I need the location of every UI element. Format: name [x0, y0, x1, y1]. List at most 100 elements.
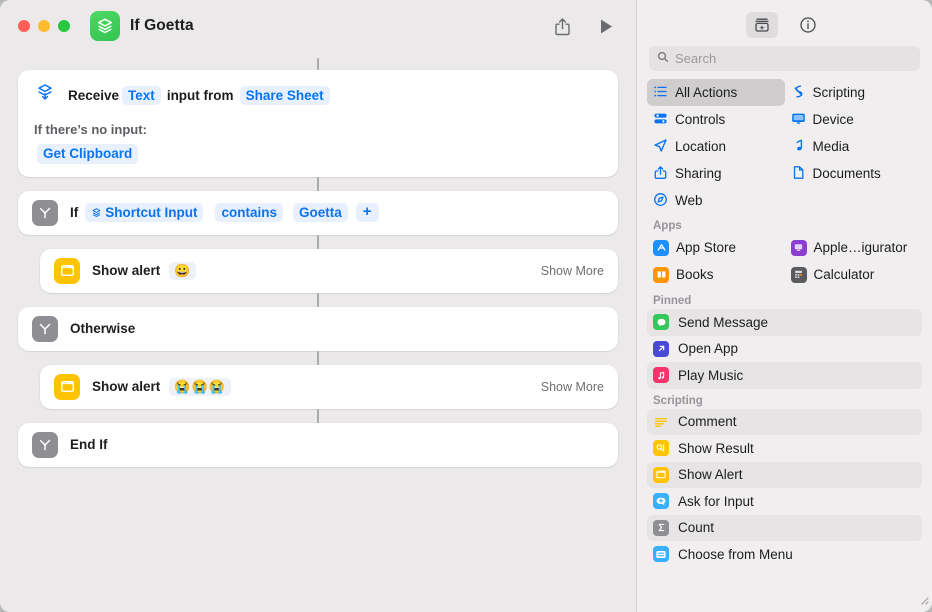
- zoom-button[interactable]: [58, 20, 70, 32]
- show-more-button[interactable]: Show More: [541, 380, 604, 394]
- category-label: Web: [675, 193, 703, 208]
- receive-header-row: Receive Text input from Share Sheet: [18, 82, 618, 109]
- share-icon[interactable]: [554, 17, 571, 36]
- pinned-item-open-app[interactable]: Open App: [647, 336, 922, 363]
- scripting-item-ask-for-input[interactable]: Ask for Input: [647, 488, 922, 515]
- receive-prefix-label: Receive: [68, 88, 120, 103]
- app-item-apple-configurator[interactable]: Apple…igurator: [785, 234, 923, 261]
- app-label: Calculator: [813, 267, 875, 282]
- share-icon: [653, 165, 668, 183]
- app-item-app-store[interactable]: App Store: [647, 234, 785, 261]
- pinned-label: Open App: [678, 341, 739, 357]
- add-condition-button[interactable]: +: [355, 203, 379, 223]
- message-bubble-icon: [653, 314, 669, 331]
- action-card-show-alert-false[interactable]: Show alert 😭😭😭 Show More: [40, 364, 618, 409]
- pinned-item-send-message[interactable]: Send Message: [647, 309, 922, 336]
- apple-configurator-icon: [790, 239, 807, 256]
- category-label: All Actions: [675, 85, 738, 100]
- category-label: Device: [812, 112, 854, 127]
- condition-value-token[interactable]: Goetta: [293, 202, 348, 223]
- scripting-label: Comment: [678, 414, 737, 430]
- close-button[interactable]: [18, 20, 30, 32]
- action-card-show-alert-true[interactable]: Show alert 😀 Show More: [40, 248, 618, 293]
- otherwise-row: Otherwise: [18, 307, 618, 351]
- alert-message-token[interactable]: 😭😭😭: [169, 377, 231, 396]
- pinned-label: Play Music: [678, 367, 744, 383]
- search-input[interactable]: Search: [649, 46, 920, 71]
- show-more-button[interactable]: Show More: [541, 264, 604, 278]
- if-keyword-label: If: [70, 205, 79, 221]
- flow-connector: [317, 176, 319, 191]
- show-alert-label: Show alert: [92, 263, 161, 279]
- action-card-receive-input[interactable]: Receive Text input from Share Sheet If t…: [18, 70, 618, 177]
- category-label: Location: [675, 139, 727, 154]
- input-type-token[interactable]: Text: [122, 85, 161, 106]
- window-titlebar: If Goetta: [0, 0, 636, 52]
- input-source-token[interactable]: Share Sheet: [239, 85, 330, 106]
- category-device[interactable]: Device: [785, 106, 923, 133]
- alert-window-icon: [653, 466, 669, 483]
- action-card-otherwise[interactable]: Otherwise: [18, 306, 618, 351]
- receive-middle-label: input from: [166, 88, 234, 103]
- apps-section-header: Apps: [653, 220, 682, 232]
- ask-input-icon: [653, 493, 669, 510]
- music-note-icon: [791, 138, 806, 156]
- category-documents[interactable]: Documents: [785, 160, 923, 187]
- category-label: Sharing: [675, 166, 722, 181]
- pinned-item-play-music[interactable]: Play Music: [647, 362, 922, 389]
- scripting-label: Show Alert: [678, 467, 743, 483]
- action-library-button[interactable]: [745, 12, 778, 38]
- flow-connector: [317, 408, 319, 423]
- branch-icon: [32, 315, 58, 342]
- app-store-icon: [653, 239, 669, 256]
- scripting-label: Choose from Menu: [678, 546, 793, 562]
- action-card-end-if[interactable]: End If: [18, 422, 618, 467]
- apps-section: App Store Apple…igurator Books Calculato…: [637, 234, 932, 289]
- pinned-section-header: Pinned: [653, 295, 692, 307]
- titlebar-actions: [554, 17, 620, 36]
- category-all-actions[interactable]: All Actions: [647, 79, 785, 106]
- category-location[interactable]: Location: [647, 133, 785, 160]
- category-media[interactable]: Media: [785, 133, 923, 160]
- category-sharing[interactable]: Sharing: [647, 160, 785, 187]
- resize-grip[interactable]: [917, 592, 929, 610]
- scripting-item-show-result[interactable]: Show Result: [647, 435, 922, 462]
- controls-icon: [653, 111, 668, 129]
- category-web[interactable]: Web: [647, 187, 785, 214]
- document-icon: [791, 165, 806, 183]
- scripting-item-choose-from-menu[interactable]: Choose from Menu: [647, 541, 922, 568]
- pinned-label: Send Message: [678, 314, 769, 330]
- traffic-lights: [18, 20, 70, 32]
- otherwise-label: Otherwise: [70, 321, 136, 337]
- if-row: If Shortcut Input contains Goetta +: [18, 191, 618, 235]
- action-card-if[interactable]: If Shortcut Input contains Goetta +: [18, 190, 618, 235]
- calculator-icon: [790, 266, 807, 283]
- play-icon[interactable]: [599, 18, 614, 35]
- scripting-item-comment[interactable]: Comment: [647, 408, 922, 435]
- shortcut-input-variable-token[interactable]: Shortcut Input: [85, 202, 204, 223]
- menu-icon: [653, 546, 669, 563]
- get-clipboard-token[interactable]: Get Clipboard: [37, 144, 139, 164]
- scripting-item-show-alert[interactable]: Show Alert: [647, 461, 922, 488]
- no-input-value-wrap: Get Clipboard: [18, 144, 618, 164]
- scripting-item-count[interactable]: Count: [647, 514, 922, 541]
- sigma-icon: [653, 519, 669, 536]
- app-label: Apple…igurator: [813, 240, 908, 255]
- app-item-calculator[interactable]: Calculator: [785, 261, 923, 288]
- page-title: If Goetta: [130, 17, 194, 34]
- info-icon[interactable]: [792, 12, 824, 38]
- category-scripting[interactable]: Scripting: [785, 79, 923, 106]
- end-if-label: End If: [70, 437, 108, 453]
- minimize-button[interactable]: [38, 20, 50, 32]
- alert-message-token[interactable]: 😀: [169, 261, 197, 280]
- receive-input-icon: [34, 82, 56, 109]
- scripting-label: Ask for Input: [678, 493, 754, 509]
- search-placeholder: Search: [675, 51, 717, 66]
- show-alert-row: Show alert 😀 Show More: [40, 249, 618, 293]
- app-item-books[interactable]: Books: [647, 261, 785, 288]
- alert-window-icon: [54, 257, 80, 284]
- condition-token[interactable]: contains: [215, 202, 283, 223]
- branch-icon: [32, 431, 58, 458]
- end-if-row: End If: [18, 423, 618, 467]
- category-controls[interactable]: Controls: [647, 106, 785, 133]
